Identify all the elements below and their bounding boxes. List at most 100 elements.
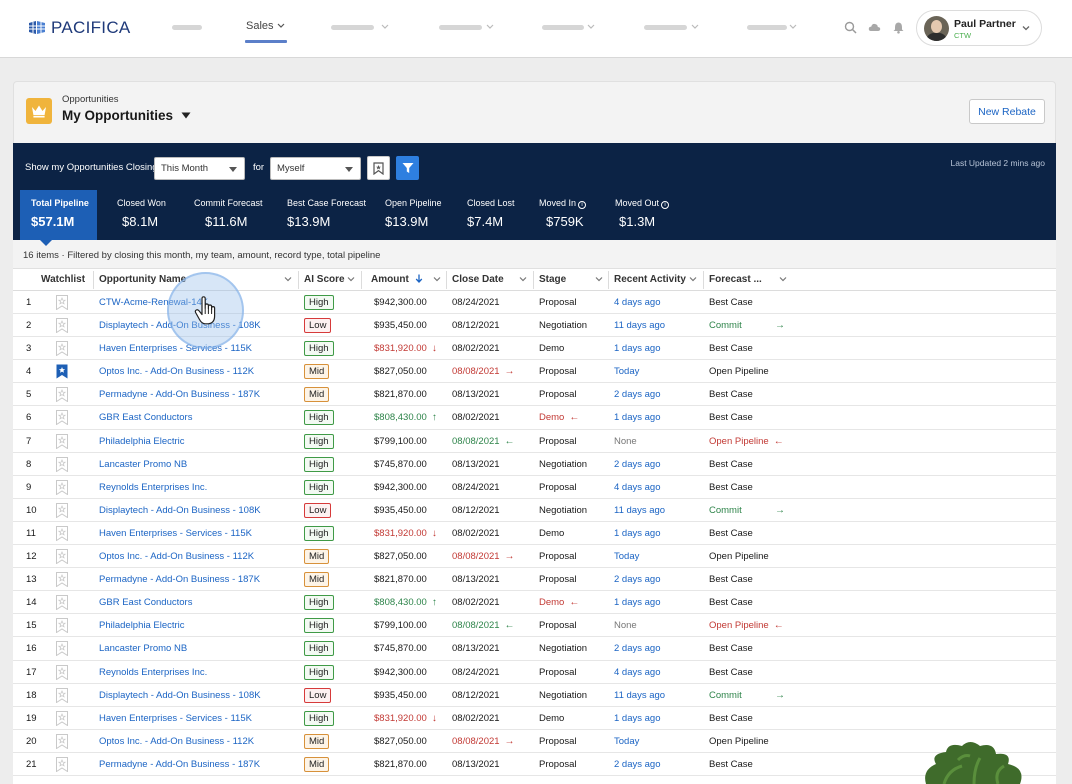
recent-activity[interactable]: 1 days ago bbox=[614, 591, 660, 614]
opportunity-name-link[interactable]: GBR East Conductors bbox=[99, 591, 192, 614]
info-icon[interactable]: i bbox=[661, 201, 670, 209]
recent-activity[interactable]: 2 days ago bbox=[614, 753, 660, 776]
kpi-closed-won[interactable]: Closed Won $8.1M bbox=[109, 190, 181, 240]
table-row[interactable]: 3 Haven Enterprises - Services - 115K High… bbox=[13, 337, 1056, 361]
table-row[interactable]: 18 Displaytech - Add-On Business - 108K Lo… bbox=[13, 684, 1056, 707]
watchlist-star-icon[interactable] bbox=[56, 502, 68, 518]
watchlist-star-icon[interactable] bbox=[56, 687, 68, 703]
table-row[interactable]: 9 Reynolds Enterprises Inc. High $942,300.0… bbox=[13, 476, 1056, 499]
save-view-button[interactable] bbox=[367, 156, 390, 180]
watchlist-star-icon[interactable] bbox=[56, 479, 68, 495]
column-divider[interactable] bbox=[703, 271, 704, 289]
table-row[interactable]: 11 Haven Enterprises - Services - 115K Hig… bbox=[13, 522, 1056, 546]
chevron-down-icon[interactable] bbox=[594, 274, 604, 284]
opportunity-name-link[interactable]: Lancaster Promo NB bbox=[99, 637, 187, 660]
recent-activity[interactable]: 1 days ago bbox=[614, 707, 660, 730]
owner-select[interactable]: Myself bbox=[270, 157, 361, 180]
kpi-open-pipeline[interactable]: Open Pipeline $13.9M bbox=[380, 190, 452, 240]
table-row[interactable]: 14 GBR East Conductors High $808,430.00 ↑ 08/… bbox=[13, 591, 1056, 615]
nav-item-placeholder[interactable] bbox=[439, 25, 482, 30]
table-row[interactable]: 10 Displaytech - Add-On Business - 108K Lo… bbox=[13, 499, 1056, 522]
table-row[interactable]: 17 Reynolds Enterprises Inc. High $942,300.… bbox=[13, 661, 1056, 684]
kpi-closed-lost[interactable]: Closed Lost $7.4M bbox=[463, 190, 523, 240]
table-row[interactable]: 6 GBR East Conductors High $808,430.00 ↑ 08/0… bbox=[13, 406, 1056, 430]
watchlist-star-icon[interactable] bbox=[56, 595, 68, 611]
recent-activity[interactable]: 11 days ago bbox=[614, 684, 665, 707]
opportunity-name-link[interactable]: Reynolds Enterprises Inc. bbox=[99, 661, 207, 684]
opportunity-name-link[interactable]: Haven Enterprises - Services - 115K bbox=[99, 707, 252, 730]
opportunity-name-link[interactable]: Lancaster Promo NB bbox=[99, 453, 187, 476]
recent-activity[interactable]: 11 days ago bbox=[614, 314, 665, 337]
recent-activity[interactable]: 1 days ago bbox=[614, 406, 660, 429]
column-divider[interactable] bbox=[361, 271, 362, 289]
watchlist-star-icon[interactable] bbox=[56, 733, 68, 749]
opportunity-name-link[interactable]: Optos Inc. - Add-On Business - 112K bbox=[99, 360, 254, 383]
nav-item-placeholder[interactable] bbox=[542, 25, 584, 30]
cloud-icon[interactable] bbox=[868, 21, 881, 34]
table-row[interactable]: 5 Permadyne - Add-On Business - 187K Mid $8… bbox=[13, 383, 1056, 407]
recent-activity[interactable]: 2 days ago bbox=[614, 383, 660, 406]
watchlist-star-icon[interactable] bbox=[56, 664, 68, 680]
opportunity-name-link[interactable]: Displaytech - Add-On Business - 108K bbox=[99, 499, 261, 522]
table-row[interactable]: 16 Lancaster Promo NB High $745,870.00 08/13… bbox=[13, 637, 1056, 661]
table-row[interactable]: 4 Optos Inc. - Add-On Business - 112K Mid $… bbox=[13, 360, 1056, 384]
kpi-commit-forecast[interactable]: Commit Forecast $11.6M bbox=[188, 190, 274, 240]
nav-item-placeholder[interactable] bbox=[331, 25, 374, 30]
table-row[interactable]: 20 Optos Inc. - Add-On Business - 112K Mid… bbox=[13, 730, 1056, 753]
column-header-stage[interactable]: Stage bbox=[539, 269, 566, 291]
kpi-moved-in[interactable]: Moved In i $759K bbox=[534, 190, 598, 240]
recent-activity[interactable]: 4 days ago bbox=[614, 661, 660, 684]
column-header-ai-score[interactable]: AI Score bbox=[304, 269, 345, 291]
new-rebate-button[interactable]: New Rebate bbox=[969, 99, 1045, 124]
opportunity-name-link[interactable]: GBR East Conductors bbox=[99, 406, 192, 429]
watchlist-star-icon[interactable] bbox=[56, 433, 68, 449]
table-row[interactable]: 21 Permadyne - Add-On Business - 187K Mid $… bbox=[13, 753, 1056, 776]
recent-activity[interactable]: 2 days ago bbox=[614, 453, 660, 476]
user-profile-menu[interactable]: Paul Partner CTW bbox=[916, 10, 1042, 46]
table-row[interactable]: 8 Lancaster Promo NB High $745,870.00 08/13/… bbox=[13, 453, 1056, 476]
period-select[interactable]: This Month bbox=[154, 157, 245, 180]
watchlist-star-icon[interactable] bbox=[56, 295, 68, 310]
app-logo[interactable]: PACIFICA bbox=[28, 18, 131, 38]
recent-activity[interactable]: 4 days ago bbox=[614, 476, 660, 499]
opportunity-name-link[interactable]: Philadelphia Electric bbox=[99, 430, 185, 453]
watchlist-star-icon[interactable] bbox=[56, 318, 68, 334]
column-header-watchlist[interactable]: Watchlist bbox=[41, 269, 85, 291]
recent-activity[interactable]: 2 days ago bbox=[614, 568, 660, 591]
opportunity-name-link[interactable]: Permadyne - Add-On Business - 187K bbox=[99, 753, 260, 776]
watchlist-star-icon[interactable] bbox=[56, 710, 68, 726]
filter-button[interactable] bbox=[396, 156, 419, 180]
search-icon[interactable] bbox=[844, 21, 857, 34]
recent-activity[interactable]: 11 days ago bbox=[614, 499, 665, 522]
nav-item-placeholder[interactable] bbox=[644, 25, 687, 30]
nav-tab-sales[interactable]: Sales bbox=[246, 20, 285, 32]
recent-activity[interactable]: Today bbox=[614, 730, 639, 753]
column-divider[interactable] bbox=[608, 271, 609, 289]
opportunity-name-link[interactable]: Permadyne - Add-On Business - 187K bbox=[99, 383, 260, 406]
column-header-forecast[interactable]: Forecast ... bbox=[709, 269, 762, 291]
opportunity-name-link[interactable]: Philadelphia Electric bbox=[99, 614, 185, 637]
column-header-amount[interactable]: Amount bbox=[371, 269, 423, 291]
opportunity-name-link[interactable]: Reynolds Enterprises Inc. bbox=[99, 476, 207, 499]
column-divider[interactable] bbox=[446, 271, 447, 289]
column-divider[interactable] bbox=[298, 271, 299, 289]
nav-item-placeholder[interactable] bbox=[747, 25, 787, 30]
recent-activity[interactable]: 1 days ago bbox=[614, 522, 660, 545]
opportunity-name-link[interactable]: Haven Enterprises - Services - 115K bbox=[99, 522, 252, 545]
watchlist-star-icon[interactable] bbox=[56, 387, 68, 403]
column-header-close-date[interactable]: Close Date bbox=[452, 269, 504, 291]
nav-item-placeholder[interactable] bbox=[172, 25, 202, 30]
watchlist-star-icon[interactable] bbox=[56, 756, 68, 772]
info-icon[interactable]: i bbox=[578, 201, 587, 209]
watchlist-star-icon[interactable] bbox=[56, 641, 68, 657]
kpi-best-case-forecast[interactable]: Best Case Forecast $13.9M bbox=[280, 190, 372, 240]
watchlist-star-icon[interactable] bbox=[56, 410, 68, 426]
watchlist-star-icon[interactable] bbox=[56, 572, 68, 588]
table-row[interactable]: 7 Philadelphia Electric High $799,100.00 08/… bbox=[13, 430, 1056, 453]
watchlist-star-icon[interactable] bbox=[56, 525, 68, 541]
watchlist-star-icon[interactable] bbox=[56, 618, 68, 634]
table-row[interactable]: 13 Permadyne - Add-On Business - 187K Mid $… bbox=[13, 568, 1056, 592]
kpi-moved-out[interactable]: Moved Out i $1.3M bbox=[610, 190, 678, 240]
watchlist-star-icon[interactable] bbox=[56, 341, 68, 357]
opportunity-name-link[interactable]: Displaytech - Add-On Business - 108K bbox=[99, 684, 261, 707]
